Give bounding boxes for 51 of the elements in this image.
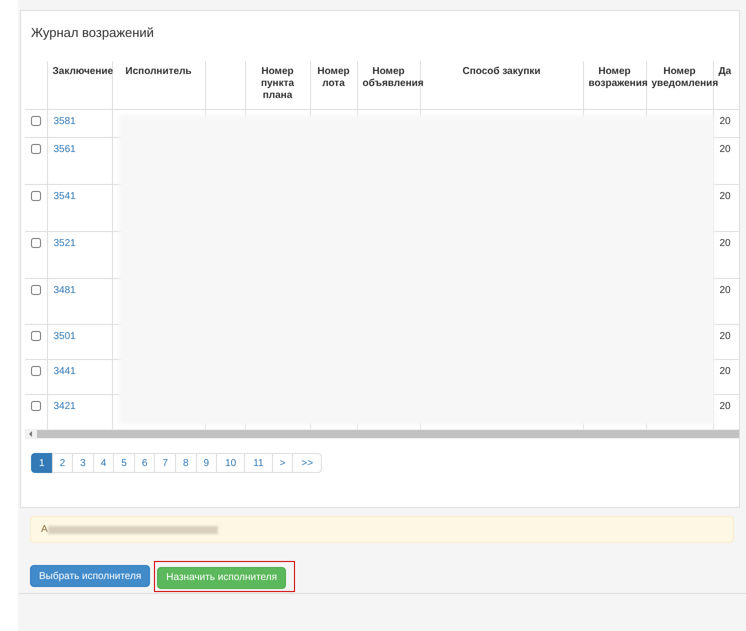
- page-button[interactable]: 9: [196, 453, 218, 473]
- column-header: Заключение: [52, 66, 114, 77]
- page-button[interactable]: >: [272, 453, 294, 473]
- column-header: Номер объявления: [362, 66, 424, 89]
- column-header: Да: [718, 66, 732, 77]
- page-button[interactable]: 3: [72, 453, 94, 473]
- column-header: Способ закупки: [462, 66, 541, 77]
- page-button[interactable]: 6: [134, 453, 156, 473]
- row-checkbox[interactable]: [31, 284, 41, 294]
- page-button[interactable]: >>: [292, 453, 322, 473]
- conclusion-link[interactable]: 3561: [54, 144, 76, 154]
- row-checkbox[interactable]: [31, 144, 41, 154]
- assign-button[interactable]: Выбрать исполнителя: [30, 565, 150, 588]
- table-cell: 20: [720, 144, 731, 154]
- scrollbar-thumb[interactable]: [37, 430, 739, 438]
- table-cell: 20: [720, 190, 731, 202]
- column-header: Номер возражения: [588, 66, 648, 89]
- row-checkbox[interactable]: [31, 238, 41, 248]
- row-checkbox[interactable]: [31, 400, 41, 410]
- conclusion-link[interactable]: 3521: [54, 238, 76, 248]
- row-checkbox[interactable]: [31, 190, 41, 200]
- column-header: Номер уведомления: [652, 66, 718, 89]
- table-cell: 20: [720, 284, 731, 296]
- conclusion-link[interactable]: 3441: [54, 366, 76, 376]
- page-button[interactable]: 8: [174, 453, 196, 473]
- page-button[interactable]: 7: [154, 453, 176, 473]
- row-checkbox[interactable]: [31, 116, 41, 126]
- conclusion-link[interactable]: 3541: [54, 190, 76, 202]
- panel-title: Журнал возражений: [31, 24, 154, 42]
- assign-button[interactable]: Назначить исполнителя: [157, 566, 286, 588]
- row-checkbox[interactable]: [31, 366, 41, 376]
- row-checkbox[interactable]: [31, 330, 41, 340]
- page-button[interactable]: 2: [52, 453, 74, 473]
- table-cell: 20: [720, 400, 731, 412]
- column-header: Номер лота: [317, 66, 350, 89]
- conclusion-link[interactable]: 3581: [54, 116, 76, 126]
- column-header: Исполнитель: [125, 66, 192, 77]
- conclusion-link[interactable]: 3481: [54, 284, 76, 296]
- table-cell: 20: [720, 116, 731, 126]
- alert-text: А: [41, 523, 48, 537]
- table-cell: 20: [720, 238, 731, 248]
- table-cell: 20: [720, 366, 731, 376]
- page-button[interactable]: 10: [216, 453, 246, 473]
- conclusion-link[interactable]: 3501: [54, 330, 76, 342]
- page-button[interactable]: 1: [31, 453, 53, 473]
- page-button[interactable]: 4: [92, 453, 114, 473]
- page-button[interactable]: 11: [244, 453, 273, 473]
- page-button[interactable]: 5: [113, 453, 135, 473]
- table-cell: 20: [720, 330, 731, 342]
- conclusion-link[interactable]: 3421: [54, 400, 76, 412]
- column-header: Номер пункта плана: [260, 66, 294, 101]
